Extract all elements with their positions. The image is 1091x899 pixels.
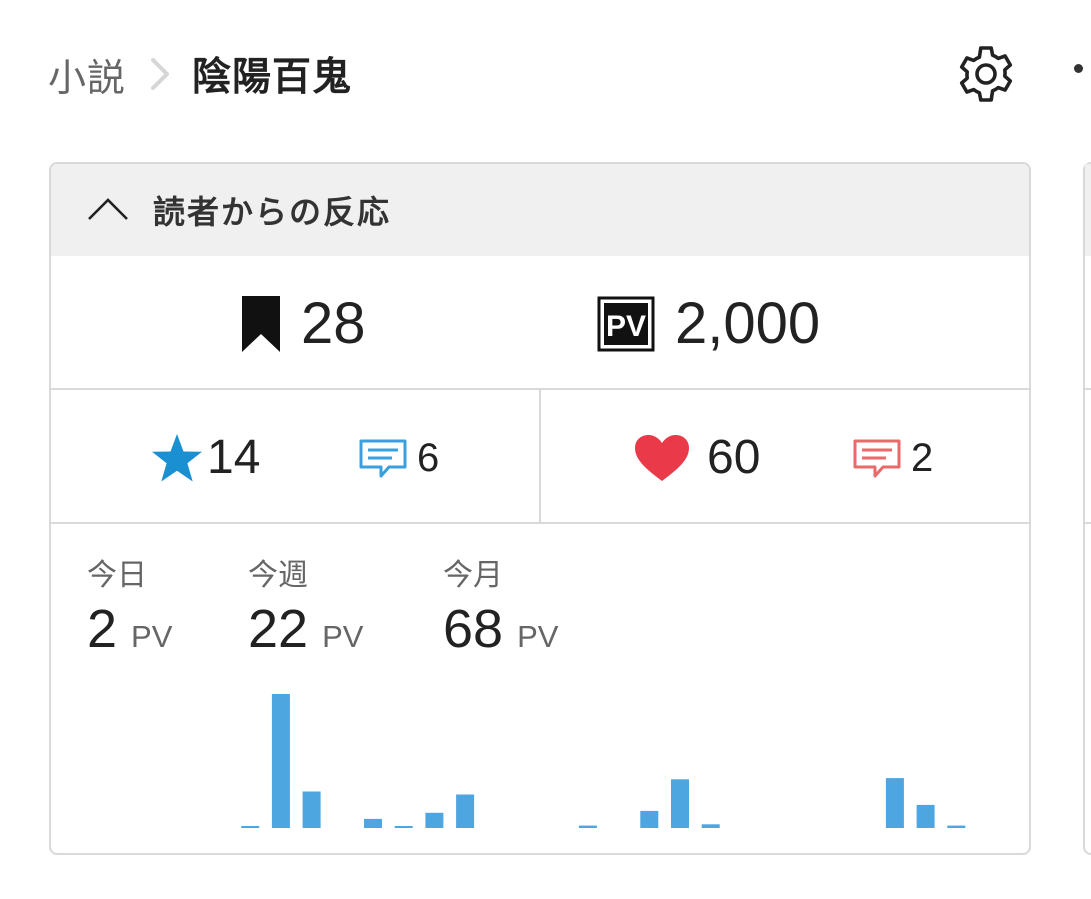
page: 小説 陰陽百鬼 読者からの反応 28 PV 2,000 14 6 60 2 今日… xyxy=(0,0,1091,899)
pv-bar-30 xyxy=(947,825,966,828)
comment-count: 2 xyxy=(911,436,934,480)
reviews-cell: 14 6 xyxy=(51,390,541,522)
pv-bar-28 xyxy=(885,778,904,828)
pv-bar-7 xyxy=(241,826,260,828)
reactions-row: 14 6 60 2 xyxy=(51,390,1029,524)
review-count: 6 xyxy=(417,436,440,480)
pv-bar-13 xyxy=(425,812,444,828)
page-title: 陰陽百鬼 xyxy=(192,55,353,100)
pv-bar-9 xyxy=(302,791,321,828)
pv-icon: PV xyxy=(597,296,655,351)
card-header[interactable]: 読者からの反応 xyxy=(51,164,1029,256)
responses-cell: 60 2 xyxy=(541,390,1029,522)
comment-stat: 2 xyxy=(853,436,933,481)
review-stat: 6 xyxy=(359,436,439,481)
pageview-section: 今日 2 PV 今週 22 PV 今月 68 PV xyxy=(51,524,1029,853)
heart-icon xyxy=(635,434,689,481)
star-count: 14 xyxy=(207,431,261,484)
pv-bar-22 xyxy=(701,824,720,828)
reader-reactions-card: 読者からの反応 28 PV 2,000 14 6 60 2 今日 2 PV 今週… xyxy=(49,162,1031,855)
heart-count: 60 xyxy=(707,431,761,484)
comment-icon xyxy=(853,439,901,477)
breadcrumb-parent-link[interactable]: 小説 xyxy=(48,47,126,102)
pv-bar-18 xyxy=(578,825,597,828)
more-dot-icon[interactable] xyxy=(1074,64,1083,73)
card-title: 読者からの反応 xyxy=(153,193,392,231)
pv-bar-21 xyxy=(671,779,689,828)
settings-button[interactable] xyxy=(950,38,1022,110)
pv-bar-29 xyxy=(916,804,935,828)
bookmark-icon xyxy=(242,295,280,352)
gear-icon xyxy=(959,46,1013,102)
pv-bar-14 xyxy=(456,794,475,828)
chevron-up-icon[interactable] xyxy=(85,187,131,233)
star-stat: 14 xyxy=(151,430,260,485)
breadcrumb: 小説 陰陽百鬼 xyxy=(48,46,352,102)
comment-icon xyxy=(359,439,407,477)
svg-text:PV: PV xyxy=(606,310,646,343)
pv-bar-12 xyxy=(394,826,413,828)
pv-bar-11 xyxy=(364,818,382,828)
next-card-edge xyxy=(1083,162,1091,855)
pageview-bar-chart xyxy=(241,694,966,828)
heart-stat: 60 xyxy=(633,430,760,485)
pageview-count: 2,000 xyxy=(675,291,821,356)
bookmark-stat: 28 xyxy=(241,290,366,357)
totals-row: 28 PV 2,000 xyxy=(51,256,1029,390)
pageview-stat: PV 2,000 xyxy=(597,290,820,357)
pv-bar-20 xyxy=(640,810,659,828)
chevron-right-icon xyxy=(151,58,170,90)
pv-bar-8 xyxy=(271,694,290,828)
star-icon xyxy=(152,433,202,481)
bookmark-count: 28 xyxy=(301,291,366,356)
